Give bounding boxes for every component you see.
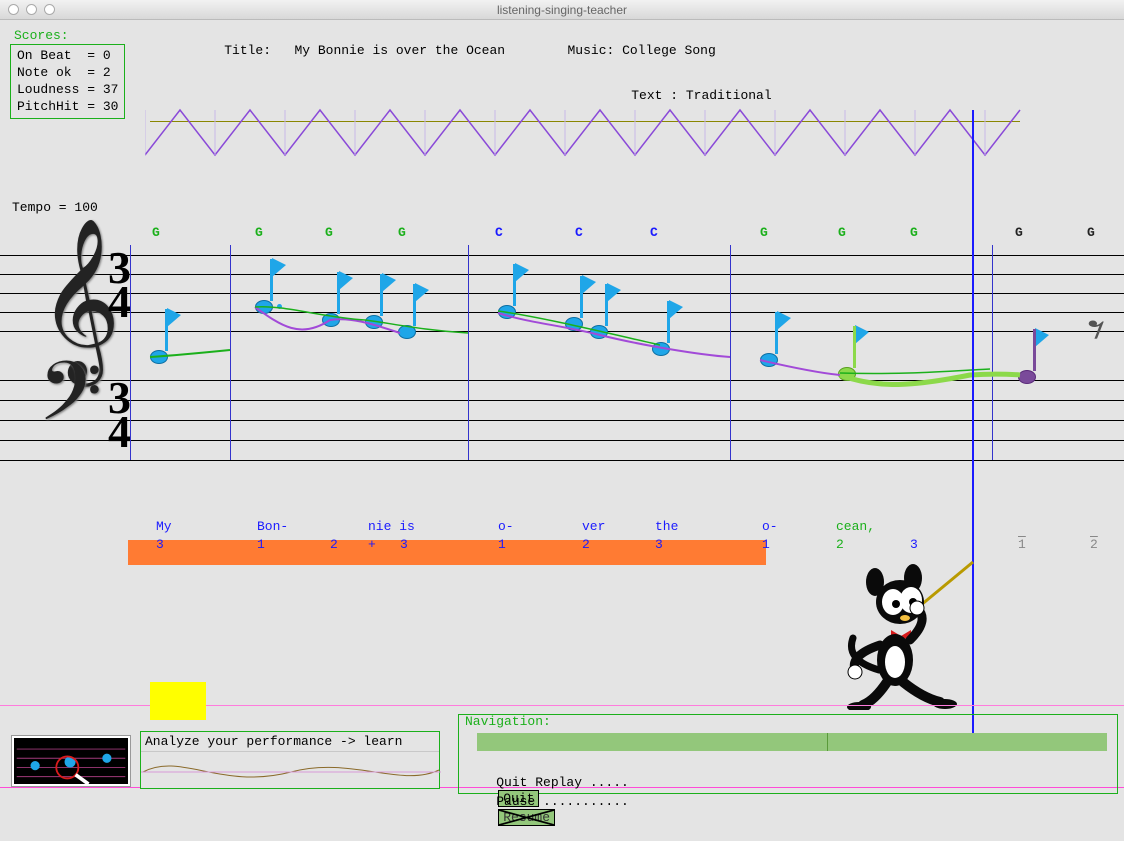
- marker-block: [150, 682, 206, 720]
- chord-label: G: [910, 225, 918, 240]
- bass-clef-icon: 𝄢: [38, 345, 102, 461]
- analyze-panel: Analyze your performance -> learn: [140, 731, 440, 789]
- analyze-text: Analyze your performance -> learn: [141, 732, 439, 752]
- beat-number: 3: [910, 537, 918, 552]
- music-note: [652, 342, 670, 356]
- text-label: Text :: [631, 88, 678, 103]
- lyric-word: o-: [498, 519, 514, 534]
- navigation-panel: Navigation: Quit Replay ..... Quit Pause…: [458, 714, 1118, 794]
- title-value: My Bonnie is over the Ocean: [294, 43, 505, 58]
- resume-button[interactable]: Resume: [498, 809, 555, 826]
- chord-label: G: [255, 225, 263, 240]
- conductor-character-icon: [845, 560, 975, 710]
- waveform-icon: [141, 752, 441, 790]
- lyric-word: My: [156, 519, 172, 534]
- barline: [992, 245, 993, 460]
- music-note: [255, 300, 273, 314]
- chord-label: G: [398, 225, 406, 240]
- time-sig-bass: 34: [108, 381, 131, 449]
- music-note: [322, 313, 340, 327]
- chord-label: G: [1087, 225, 1095, 240]
- beat-number: 2: [330, 537, 338, 552]
- beat-number: 1: [498, 537, 506, 552]
- chord-label: G: [152, 225, 160, 240]
- chord-label: G: [760, 225, 768, 240]
- lyric-word: Bon-: [257, 519, 288, 534]
- window-titlebar: listening-singing-teacher: [0, 0, 1124, 20]
- music-value: College Song: [622, 43, 716, 58]
- music-note: [590, 325, 608, 339]
- title-label: Title:: [224, 43, 271, 58]
- music-note: [565, 317, 583, 331]
- navigation-progress[interactable]: [477, 733, 1107, 751]
- lyric-word: ver: [582, 519, 605, 534]
- music-label: Music:: [568, 43, 615, 58]
- lyric-word: the: [655, 519, 678, 534]
- barline: [730, 245, 731, 460]
- analysis-thumbnail[interactable]: [12, 736, 130, 786]
- lyric-word: cean,: [836, 519, 875, 534]
- music-note: [838, 367, 856, 381]
- beat-number: 1: [1018, 537, 1026, 552]
- music-staff[interactable]: 𝄞 𝄢 34 34 𝄾: [0, 245, 1124, 465]
- beat-number: 1: [257, 537, 265, 552]
- beat-number: 1: [762, 537, 770, 552]
- navigation-label: Navigation:: [465, 714, 551, 729]
- barline: [468, 245, 469, 460]
- text-value: Traditional: [686, 88, 772, 103]
- chord-label: G: [838, 225, 846, 240]
- beat-number: 2: [582, 537, 590, 552]
- chord-label: C: [495, 225, 503, 240]
- progress-bar: [128, 540, 766, 565]
- chord-label: G: [325, 225, 333, 240]
- beat-number: 3: [655, 537, 663, 552]
- rest-icon: 𝄾: [1087, 305, 1106, 363]
- chord-label: C: [575, 225, 583, 240]
- metronome-graph: [145, 105, 1025, 165]
- beat-number: 3: [156, 537, 164, 552]
- music-note: [150, 350, 168, 364]
- beat-number: 2: [1090, 537, 1098, 552]
- barline: [130, 245, 131, 460]
- window-title: listening-singing-teacher: [0, 3, 1124, 17]
- music-note: [760, 353, 778, 367]
- pause-label: Pause ...........: [496, 794, 629, 809]
- chord-label: C: [650, 225, 658, 240]
- music-note: [398, 325, 416, 339]
- barline: [230, 245, 231, 460]
- music-note: [498, 305, 516, 319]
- beat-number: +: [368, 537, 376, 552]
- music-note: [1018, 370, 1036, 384]
- music-note: [365, 315, 383, 329]
- tempo-label: Tempo = 100: [12, 200, 98, 215]
- time-sig-treble: 34: [108, 251, 131, 319]
- beat-number: 3: [400, 537, 408, 552]
- beat-number: 2: [836, 537, 844, 552]
- chord-label: G: [1015, 225, 1023, 240]
- lyric-word: o-: [762, 519, 778, 534]
- lyric-word: nie is: [368, 519, 415, 534]
